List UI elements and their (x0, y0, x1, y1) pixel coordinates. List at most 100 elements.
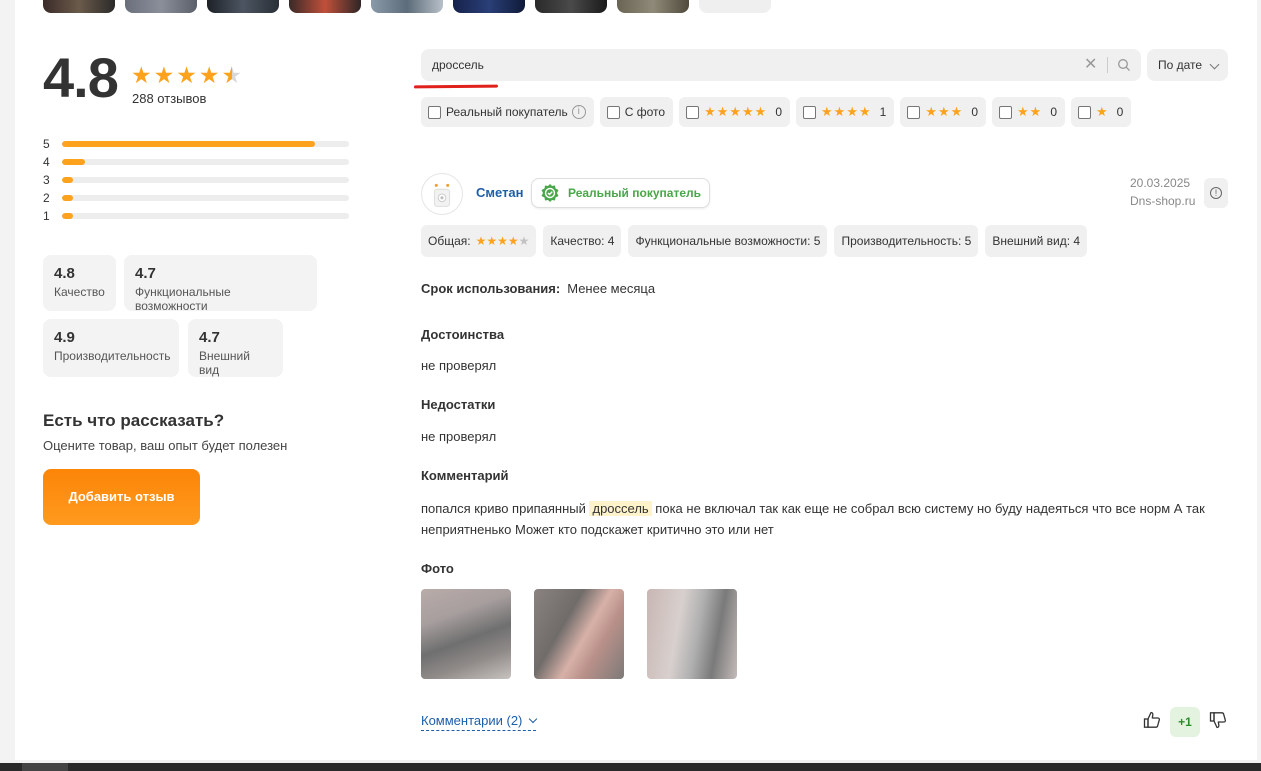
distribution-bar (62, 195, 74, 201)
sort-dropdown[interactable]: По дате (1147, 49, 1228, 81)
filter-3-stars[interactable]: ★★★ 0 (900, 97, 986, 127)
comment-text: попался криво припаянный дроссель пока н… (421, 498, 1221, 540)
review-photo[interactable] (534, 589, 624, 679)
filter-count: 1 (879, 105, 887, 119)
reviews-count: 288 отзывов (132, 91, 207, 106)
filter-1-star[interactable]: ★ 0 (1071, 97, 1132, 127)
checkbox[interactable] (1078, 105, 1091, 119)
product-thumbnails (43, 0, 771, 13)
clear-icon[interactable]: ✕ (1084, 55, 1097, 75)
filter-count: 0 (775, 105, 783, 119)
checkbox[interactable] (907, 105, 921, 119)
checkbox[interactable] (606, 105, 620, 119)
filter-label: С фото (624, 105, 666, 119)
distribution-bar (62, 177, 74, 183)
distribution-track (62, 195, 349, 201)
average-rating: 4.8 (43, 46, 119, 109)
review-search: ✕ (421, 49, 1141, 81)
review-photo[interactable] (421, 589, 511, 679)
distribution-label: 1 (43, 209, 50, 223)
star-icon: ★ (176, 62, 197, 88)
review-photos (421, 589, 737, 679)
usage-period: Срок использования: Менее месяца (421, 281, 655, 296)
cons-text: не проверял (421, 429, 497, 444)
criterion-performance: 4.9 Производительность (43, 319, 179, 377)
usage-label: Срок использования: (421, 281, 561, 296)
checkbox[interactable] (999, 105, 1012, 119)
thumbnail[interactable] (207, 0, 279, 13)
comments-toggle[interactable]: Комментарии (2) (421, 713, 538, 731)
stars-icon: ★ (1096, 104, 1109, 119)
distribution-bar (62, 213, 74, 219)
thumbnail[interactable] (617, 0, 689, 13)
distribution-row[interactable]: 2 (43, 189, 353, 207)
verified-badge-icon (541, 184, 559, 202)
rating-chip: Качество: 4 (543, 225, 622, 257)
rating-label: Общая: (428, 234, 471, 248)
search-divider (1107, 57, 1108, 73)
comment-title: Комментарий (421, 468, 509, 483)
thumbnail[interactable] (289, 0, 361, 13)
distribution-row[interactable]: 5 (43, 135, 353, 153)
pros-title: Достоинства (421, 327, 505, 342)
search-input[interactable] (421, 49, 1071, 81)
thumbnail[interactable] (535, 0, 607, 13)
thumbs-down-icon[interactable] (1208, 710, 1228, 730)
distribution-label: 5 (43, 137, 50, 151)
checkbox[interactable] (428, 105, 441, 119)
distribution-track (62, 159, 349, 165)
thumbnail[interactable] (453, 0, 525, 13)
thumbnail[interactable] (43, 0, 115, 13)
review-info-button[interactable]: ! (1204, 178, 1228, 208)
distribution-bar (62, 159, 85, 165)
filter-4-stars[interactable]: ★★★★ 1 (796, 97, 895, 127)
review-date: 20.03.2025 (1130, 176, 1191, 190)
review-photo[interactable] (647, 589, 737, 679)
chevron-down-icon (529, 714, 538, 724)
comment-part: попался криво припаянный (421, 501, 590, 516)
filter-bar: Реальный покупатель i С фото ★★★★★ 0 ★★★… (421, 97, 1132, 127)
stars-icon: ★★★★ (821, 104, 872, 119)
overall-stars-icon: ★★★★★ (475, 234, 530, 248)
robot-avatar-icon (433, 183, 451, 207)
criterion-value: 4.7 (199, 329, 220, 346)
rating-chip: Функциональные возможности: 5 (628, 225, 828, 257)
cta-subtitle: Оцените товар, ваш опыт будет полезен (43, 438, 288, 453)
checkbox[interactable] (686, 105, 700, 119)
filter-with-photo[interactable]: С фото (599, 97, 674, 127)
criterion-value: 4.8 (54, 265, 75, 282)
filter-count: 0 (1050, 105, 1057, 119)
filter-5-stars[interactable]: ★★★★★ 0 (679, 97, 791, 127)
thumbnail-more[interactable] (699, 0, 771, 13)
filter-2-stars[interactable]: ★★ 0 (992, 97, 1065, 127)
criterion-label: Производительность (54, 349, 171, 363)
distribution-row[interactable]: 3 (43, 171, 353, 189)
add-review-button[interactable]: Добавить отзыв (43, 469, 200, 525)
average-stars: ★ ★ ★ ★ ★ (131, 64, 242, 87)
chevron-down-icon (1209, 59, 1220, 70)
review-ratings: Общая: ★★★★★ Качество: 4 Функциональные … (421, 225, 1088, 257)
overall-rating-chip: Общая: ★★★★★ (421, 225, 537, 257)
criterion-label: Внешний вид (199, 349, 250, 377)
stars-icon: ★★ (1017, 104, 1043, 119)
avatar (421, 173, 463, 215)
distribution-label: 4 (43, 155, 50, 169)
thumbs-up-icon[interactable] (1142, 710, 1162, 730)
distribution-row[interactable]: 4 (43, 153, 353, 171)
cta-title: Есть что рассказать? (43, 411, 225, 430)
distribution-row[interactable]: 1 (43, 207, 353, 225)
criterion-functionality: 4.7 Функциональные возможности (124, 255, 317, 313)
filter-real-buyer[interactable]: Реальный покупатель i (421, 97, 594, 127)
badge-label: Реальный покупатель (568, 186, 701, 200)
review-author[interactable]: Сметан (476, 185, 524, 200)
thumbnail[interactable] (371, 0, 443, 13)
distribution-track (62, 177, 349, 183)
stars-icon: ★★★★★ (704, 104, 768, 119)
criterion-value: 4.9 (54, 329, 75, 346)
thumbnail[interactable] (125, 0, 197, 13)
distribution-label: 3 (43, 173, 50, 187)
search-icon[interactable] (1117, 58, 1131, 72)
stars-icon: ★★★ (925, 104, 964, 119)
checkbox[interactable] (803, 105, 817, 119)
info-icon[interactable]: i (571, 105, 586, 119)
